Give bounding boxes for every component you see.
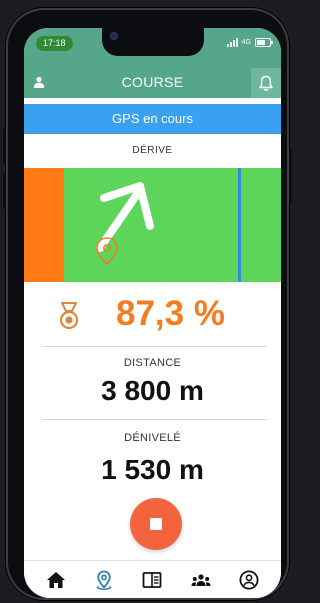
direction-overlay <box>96 182 154 266</box>
derive-indicator <box>24 168 281 282</box>
app-screen: 17:18 4G COURSE GPS en cours DÉRIVE 87,3… <box>24 28 281 598</box>
notifications-button[interactable] <box>251 68 281 98</box>
status-bar: 17:18 4G <box>24 28 281 68</box>
medal-icon <box>59 302 79 330</box>
signal-icon <box>226 38 238 47</box>
app-bar: COURSE <box>24 68 281 98</box>
battery-icon <box>255 38 273 47</box>
book-icon <box>143 571 162 588</box>
team-icon <box>191 573 211 586</box>
bell-icon <box>259 75 273 91</box>
tab-home[interactable] <box>42 566 70 594</box>
tab-map[interactable] <box>90 566 118 594</box>
score-row: 87,3 % <box>24 286 281 344</box>
score-value: 87,3 % <box>116 294 225 333</box>
power-button <box>289 148 292 204</box>
phone-frame: 17:18 4G COURSE GPS en cours DÉRIVE 87,3… <box>3 8 292 600</box>
home-icon <box>47 571 66 588</box>
divider <box>42 419 267 420</box>
gps-status-banner: GPS en cours <box>24 104 281 134</box>
tab-team[interactable] <box>187 566 215 594</box>
volume-button <box>3 173 6 209</box>
elevation-label: DÉNIVELÉ <box>124 432 181 444</box>
network-type: 4G <box>241 39 251 46</box>
stop-button[interactable] <box>130 498 182 550</box>
stop-icon <box>150 518 162 530</box>
bottom-tab-bar <box>24 560 281 598</box>
status-time: 17:18 <box>36 36 73 51</box>
status-indicators: 4G <box>226 38 273 47</box>
volume-button <box>3 128 6 164</box>
distance-label: DISTANCE <box>123 357 182 369</box>
elevation-value: 1 530 m <box>101 454 204 485</box>
camera-notch <box>102 28 204 56</box>
tab-book[interactable] <box>138 566 166 594</box>
distance-value: 3 800 m <box>101 375 204 406</box>
derive-label: DÉRIVE <box>132 145 173 156</box>
profile-icon <box>239 569 259 590</box>
front-camera <box>110 32 118 40</box>
map-pin-icon <box>97 570 112 590</box>
tab-profile[interactable] <box>235 566 263 594</box>
page-title: COURSE <box>121 74 184 90</box>
divider <box>42 346 267 347</box>
